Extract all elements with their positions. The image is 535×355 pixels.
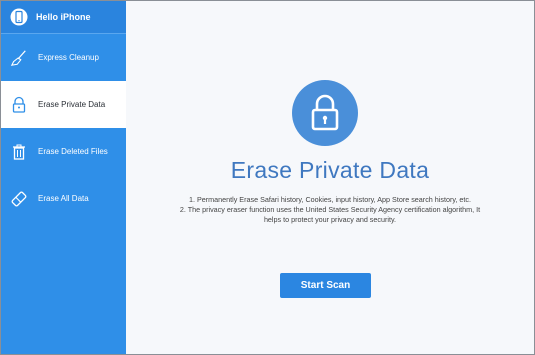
sidebar-item-erase-all-data[interactable]: Erase All Data — [1, 175, 126, 222]
description-line: helps to protect your privacy and securi… — [263, 215, 397, 224]
eraser-icon — [10, 190, 28, 208]
sidebar-item-erase-private-data[interactable]: Erase Private Data — [1, 81, 126, 128]
sidebar-item-label: Erase All Data — [38, 194, 89, 203]
app-window: Hello iPhone Express Cleanup Erase Priva… — [0, 0, 535, 355]
sidebar-item-label: Express Cleanup — [38, 53, 99, 62]
start-scan-button[interactable]: Start Scan — [280, 273, 371, 298]
device-header[interactable]: Hello iPhone — [1, 1, 126, 34]
description-line: 1. Permanently Erase Safari history, Coo… — [188, 195, 472, 204]
sidebar-item-label: Erase Private Data — [38, 100, 106, 109]
lock-icon — [292, 80, 358, 146]
lock-icon — [10, 96, 28, 114]
sidebar-item-erase-deleted-files[interactable]: Erase Deleted Files — [1, 128, 126, 175]
device-name: Hello iPhone — [36, 12, 91, 22]
sidebar: Hello iPhone Express Cleanup Erase Priva… — [1, 1, 126, 354]
sidebar-item-label: Erase Deleted Files — [38, 147, 108, 156]
page-title: Erase Private Data — [230, 157, 430, 183]
main-panel: Erase Private Data 1. Permanently Erase … — [126, 1, 534, 354]
iphone-icon — [10, 8, 28, 26]
sidebar-item-express-cleanup[interactable]: Express Cleanup — [1, 34, 126, 81]
broom-icon — [10, 49, 28, 67]
trash-icon — [10, 143, 28, 161]
description-line: 2. The privacy eraser function uses the … — [179, 205, 481, 214]
description: 1. Permanently Erase Safari history, Coo… — [146, 195, 514, 225]
